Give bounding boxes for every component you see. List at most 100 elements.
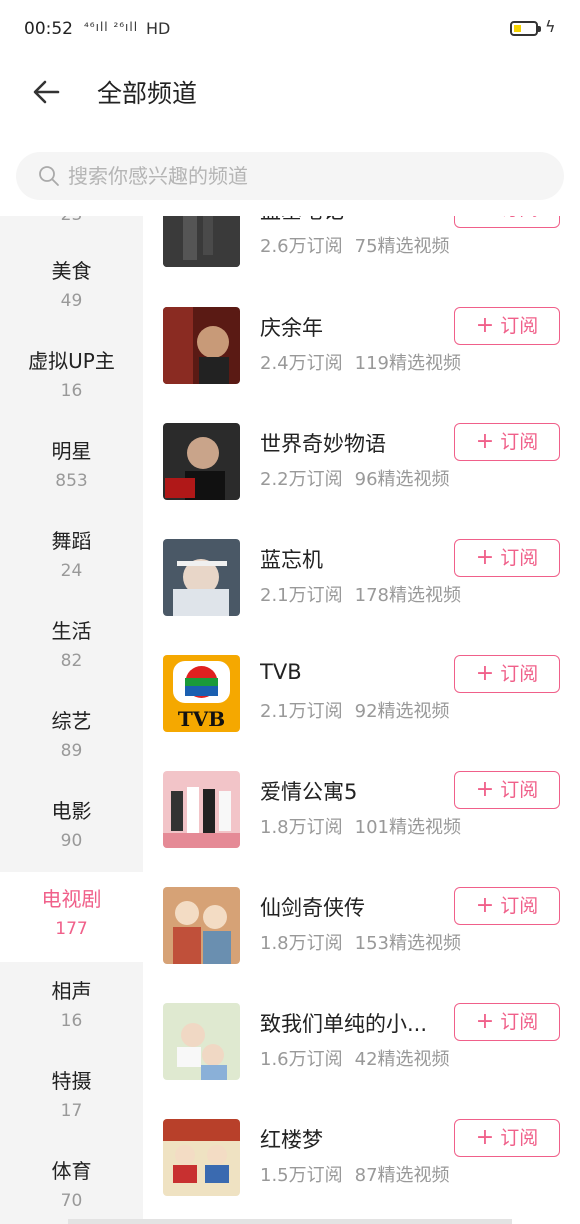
category-item-life[interactable]: 生活 82	[0, 604, 143, 694]
subscriber-count: 1.8万订阅	[260, 933, 343, 954]
battery-icon	[510, 21, 541, 36]
channel-stats: 2.4万订阅 119精选视频	[260, 349, 461, 375]
channel-name: 世界奇妙物语	[260, 432, 386, 456]
subscriber-count: 1.6万订阅	[260, 1049, 343, 1070]
category-item-partial[interactable]: 23	[0, 216, 143, 244]
video-count: 153精选视频	[354, 933, 461, 954]
subscribe-label: 订阅	[500, 779, 539, 801]
status-bar: 00:52 ⁴⁶ıll ²⁶ıll HD ϟ	[0, 0, 580, 60]
header: 全部频道	[0, 60, 580, 135]
subscribe-button[interactable]: +订阅	[454, 887, 560, 925]
channel-thumbnail	[163, 1003, 240, 1080]
category-item-variety[interactable]: 综艺 89	[0, 694, 143, 784]
channel-stats: 1.5万订阅 87精选视频	[260, 1161, 450, 1187]
search-input[interactable]	[68, 152, 548, 200]
channel-thumbnail	[163, 887, 240, 964]
channel-name: 仙剑奇侠传	[260, 896, 365, 920]
channel-name: 致我们单纯的小...	[260, 1012, 428, 1036]
channel-stats: 2.2万订阅 96精选视频	[260, 465, 450, 491]
subscribe-button[interactable]: +订阅	[454, 771, 560, 809]
channel-stats: 2.1万订阅 178精选视频	[260, 581, 461, 607]
category-name: 相声	[51, 979, 92, 1003]
category-count: 17	[60, 1101, 83, 1121]
plus-icon: +	[475, 429, 495, 454]
subscribe-button[interactable]: +订阅	[454, 307, 560, 345]
category-item-tv-drama[interactable]: 电视剧 177	[0, 872, 143, 962]
subscribe-button[interactable]: +订阅	[454, 1003, 560, 1041]
category-count: 49	[60, 291, 83, 311]
channel-name: TVB	[260, 660, 302, 684]
subscribe-button[interactable]: + 订阅	[454, 216, 560, 228]
subscribe-button[interactable]: +订阅	[454, 423, 560, 461]
channel-name: 庆余年	[260, 316, 323, 340]
category-name: 明星	[51, 439, 92, 463]
channel-thumbnail	[163, 771, 240, 848]
category-count: 853	[55, 471, 88, 491]
subscribe-button[interactable]: +订阅	[454, 1119, 560, 1157]
category-count: 16	[60, 1011, 83, 1031]
plus-icon: +	[475, 1125, 495, 1150]
channel-row[interactable]: 红楼梦 1.5万订阅 87精选视频 + 订阅	[143, 1119, 580, 1224]
plus-icon: +	[475, 777, 495, 802]
plus-icon: +	[475, 313, 495, 338]
subscriber-count: 2.4万订阅	[260, 353, 343, 374]
video-count: 178精选视频	[354, 585, 461, 606]
plus-icon: +	[475, 545, 495, 570]
category-name: 特摄	[51, 1069, 92, 1093]
channel-row[interactable]: 蓝忘机 2.1万订阅 178精选视频 + 订阅	[143, 539, 580, 655]
category-name: 综艺	[51, 709, 92, 733]
category-item-tokusatsu[interactable]: 特摄 17	[0, 1054, 143, 1144]
category-item-movie[interactable]: 电影 90	[0, 784, 143, 874]
subscribe-label: 订阅	[500, 1011, 539, 1033]
subscribe-button[interactable]: +订阅	[454, 655, 560, 693]
category-name: 生活	[51, 619, 92, 643]
category-item-star[interactable]: 明星 853	[0, 424, 143, 514]
plus-icon: +	[475, 1009, 495, 1034]
subscribe-button[interactable]: +订阅	[454, 539, 560, 577]
category-item-crosstalk[interactable]: 相声 16	[0, 964, 143, 1054]
channel-name: 红楼梦	[260, 1128, 323, 1152]
channel-row[interactable]: 致我们单纯的小... 1.6万订阅 42精选视频 + 订阅	[143, 1003, 580, 1119]
category-item-virtual-up[interactable]: 虚拟UP主 16	[0, 334, 143, 424]
plus-icon: +	[476, 216, 494, 221]
subscriber-count: 1.5万订阅	[260, 1165, 343, 1186]
subscriber-count: 2.6万订阅	[260, 236, 343, 257]
channel-row[interactable]: 仙剑奇侠传 1.8万订阅 153精选视频 + 订阅	[143, 887, 580, 1003]
video-count: 75精选视频	[354, 236, 450, 257]
subscribe-label: 订阅	[500, 895, 539, 917]
video-count: 101精选视频	[354, 817, 461, 838]
channel-thumbnail	[163, 539, 240, 616]
channel-stats: 1.8万订阅 101精选视频	[260, 813, 461, 839]
channel-stats: 2.1万订阅 92精选视频	[260, 697, 450, 723]
subscribe-label: 订阅	[500, 431, 539, 453]
subscribe-label: 订阅	[500, 547, 539, 569]
channel-row[interactable]: 庆余年 2.4万订阅 119精选视频 + 订阅	[143, 307, 580, 423]
channel-thumbnail	[163, 307, 240, 384]
channel-row[interactable]: TVB TVB 2.1万订阅 92精选视频 + 订阅	[143, 655, 580, 771]
search-box[interactable]	[16, 152, 564, 200]
category-count: 24	[60, 561, 83, 581]
category-item-food[interactable]: 美食 49	[0, 244, 143, 334]
channel-thumbnail	[163, 423, 240, 500]
channel-list: 盗墓笔记 2.6万订阅75精选视频 +订阅 庆余年 2.4万订阅119精选视频 …	[143, 216, 580, 1224]
subscribe-label: 订阅	[500, 663, 539, 685]
channel-row[interactable]: 爱情公寓5 1.8万订阅 101精选视频 + 订阅	[143, 771, 580, 887]
channel-row[interactable]: 盗墓笔记 2.6万订阅 75精选视频 + 订阅	[143, 216, 580, 306]
channel-thumbnail	[163, 216, 240, 267]
channel-row[interactable]: 世界奇妙物语 2.2万订阅 96精选视频 + 订阅	[143, 423, 580, 539]
subscribe-label: 订阅	[500, 315, 539, 337]
category-count: 70	[60, 1191, 83, 1211]
back-button[interactable]	[28, 74, 64, 110]
subscribe-label: 订阅	[500, 216, 538, 220]
category-item-dance[interactable]: 舞蹈 24	[0, 514, 143, 604]
category-name: 舞蹈	[51, 529, 92, 553]
category-name: 体育	[51, 1159, 92, 1183]
subscriber-count: 2.1万订阅	[260, 701, 343, 722]
category-name: 电影	[51, 799, 92, 823]
category-item-sports[interactable]: 体育 70	[0, 1144, 143, 1224]
signal-icon: ⁴⁶ıll ²⁶ıll	[84, 20, 139, 34]
subscribe-label: 订阅	[500, 1127, 539, 1149]
category-count: 23	[0, 216, 143, 230]
category-count: 177	[55, 919, 88, 939]
category-name: 美食	[51, 259, 92, 283]
